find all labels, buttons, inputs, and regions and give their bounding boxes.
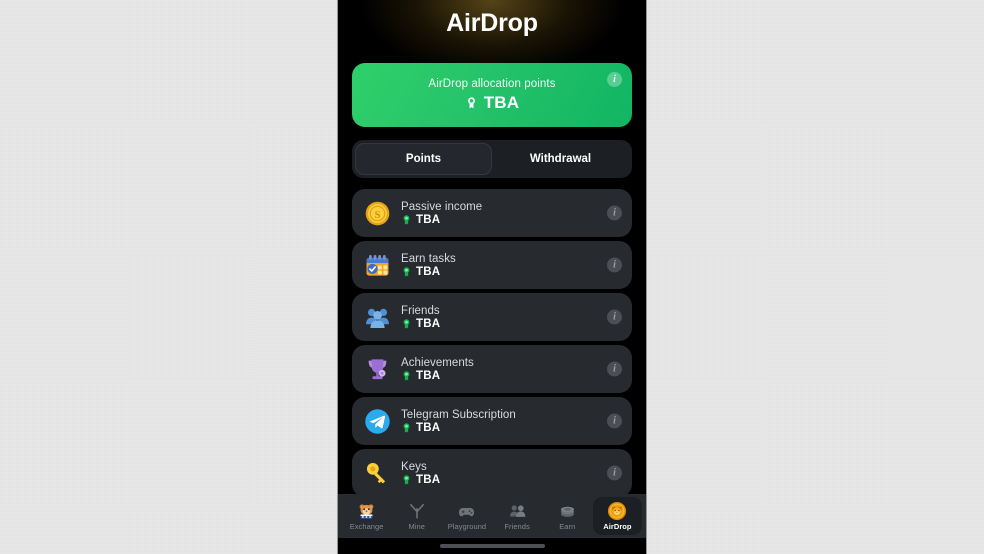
telegram-icon (362, 406, 392, 436)
tab-withdrawal[interactable]: Withdrawal (492, 143, 629, 175)
medal-icon (403, 266, 410, 277)
row-value: TBA (416, 473, 441, 486)
info-icon[interactable]: i (607, 361, 622, 377)
bottom-navigation: Exchange Mine Playground Friends Earn Ai… (338, 494, 646, 538)
row-title: Passive income (401, 200, 483, 213)
nav-label: AirDrop (603, 522, 632, 531)
reward-row-passive-income[interactable]: S Passive income TBA i (352, 189, 632, 237)
gold-coin-icon: S (362, 198, 392, 228)
medal-icon (465, 96, 478, 110)
nav-item-mine[interactable]: Mine (392, 497, 441, 535)
medal-icon (403, 370, 410, 381)
friends-group-icon (362, 302, 392, 332)
home-indicator-area (338, 538, 646, 554)
row-title: Keys (401, 460, 427, 473)
trophy-icon (362, 354, 392, 384)
row-value: TBA (416, 265, 441, 278)
info-icon[interactable]: i (607, 257, 622, 273)
allocation-value: TBA (483, 92, 520, 112)
coin-hamster-icon (607, 501, 627, 521)
calendar-tasks-icon (362, 250, 392, 280)
info-icon[interactable]: i (607, 205, 622, 221)
nav-item-playground[interactable]: Playground (442, 497, 491, 535)
row-value: TBA (416, 317, 441, 330)
airdrop-allocation-banner[interactable]: AirDrop allocation points TBA i (352, 63, 632, 127)
row-text: Earn tasks TBA (401, 253, 456, 278)
medal-icon (403, 214, 410, 225)
reward-row-telegram-subscription[interactable]: Telegram Subscription TBA i (352, 397, 632, 445)
row-title: Achievements (401, 356, 474, 369)
pickaxe-icon (407, 501, 427, 521)
svg-text:S: S (374, 210, 380, 221)
nav-item-airdrop[interactable]: AirDrop (592, 497, 643, 535)
row-value-line: TBA (401, 214, 482, 226)
row-text: Passive income TBA (401, 201, 482, 226)
row-value: TBA (416, 213, 441, 226)
nav-label: Exchange (349, 522, 384, 531)
segmented-tabs: Points Withdrawal (352, 140, 632, 178)
people-icon (507, 501, 527, 521)
row-value-line: TBA (401, 422, 516, 434)
row-value-line: TBA (401, 474, 440, 486)
medal-icon (403, 318, 410, 329)
info-icon[interactable]: i (607, 309, 622, 325)
nav-label: Playground (447, 522, 487, 531)
hamster-icon (357, 501, 377, 521)
page-title: AirDrop (446, 9, 538, 37)
reward-row-friends[interactable]: Friends TBA i (352, 293, 632, 341)
row-value: TBA (416, 369, 441, 382)
info-icon[interactable]: i (607, 465, 622, 481)
nav-label: Friends (504, 522, 530, 531)
allocation-value-row: TBA (465, 93, 520, 113)
nav-item-friends[interactable]: Friends (493, 497, 542, 535)
row-title: Telegram Subscription (401, 408, 516, 421)
row-value-line: TBA (401, 318, 440, 330)
tab-points[interactable]: Points (355, 143, 492, 175)
rewards-list: S Passive income TBA i Earn tasks TBA i … (352, 189, 632, 494)
nav-label: Earn (559, 522, 576, 531)
app-scroll-area: AirDrop AirDrop allocation points TBA i … (338, 0, 646, 494)
coins-icon (557, 501, 577, 521)
row-text: Telegram Subscription TBA (401, 409, 516, 434)
row-value-line: TBA (401, 370, 474, 382)
gamepad-icon (457, 501, 477, 521)
row-title: Friends (401, 304, 440, 317)
medal-icon (403, 422, 410, 433)
reward-row-achievements[interactable]: Achievements TBA i (352, 345, 632, 393)
home-indicator[interactable] (439, 544, 545, 548)
allocation-label: AirDrop allocation points (428, 77, 556, 90)
info-icon[interactable]: i (607, 413, 622, 429)
key-icon (362, 458, 392, 488)
medal-icon (403, 474, 410, 485)
reward-row-earn-tasks[interactable]: Earn tasks TBA i (352, 241, 632, 289)
phone-frame: AirDrop AirDrop allocation points TBA i … (338, 0, 646, 554)
reward-row-keys[interactable]: Keys TBA i (352, 449, 632, 494)
nav-item-earn[interactable]: Earn (543, 497, 592, 535)
row-text: Keys TBA (401, 461, 440, 486)
info-icon[interactable]: i (607, 72, 622, 87)
row-text: Friends TBA (401, 305, 440, 330)
row-value-line: TBA (401, 266, 456, 278)
row-title: Earn tasks (401, 252, 456, 265)
row-text: Achievements TBA (401, 357, 474, 382)
nav-item-exchange[interactable]: Exchange (342, 497, 391, 535)
row-value: TBA (416, 421, 441, 434)
nav-label: Mine (408, 522, 425, 531)
